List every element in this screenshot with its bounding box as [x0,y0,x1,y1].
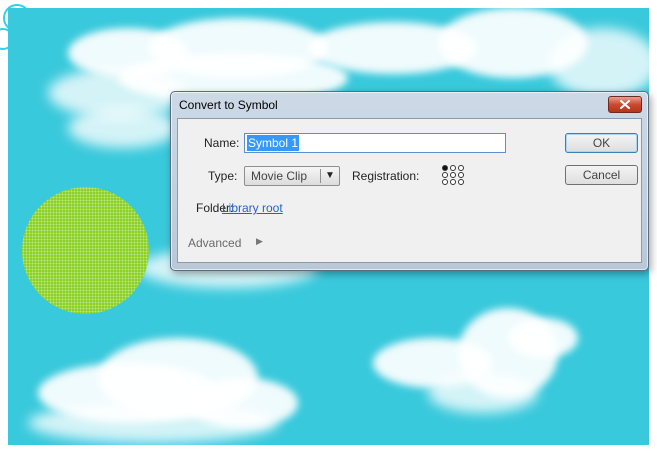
type-dropdown[interactable]: Movie Clip ▼ [244,166,340,186]
expand-arrow-icon[interactable]: ▶ [256,237,263,247]
green-circle-shape[interactable] [22,187,149,314]
folder-link[interactable]: Library root [222,201,283,215]
name-label: Name: [204,136,240,150]
dialog-title: Convert to Symbol [179,98,278,112]
registration-point-bottom-right[interactable] [458,179,464,185]
close-button[interactable] [608,96,642,113]
advanced-toggle[interactable]: Advanced [188,236,241,250]
type-label: Type: [208,169,238,183]
registration-point-bottom-center[interactable] [450,179,456,185]
registration-grid-icon[interactable] [442,165,466,187]
dropdown-arrow-icon: ▼ [325,170,335,181]
registration-point-top-center[interactable] [450,165,456,171]
registration-point-top-left[interactable] [442,165,448,171]
ok-button[interactable]: OK [565,133,638,153]
close-x-icon [620,100,630,109]
name-input[interactable]: Symbol 1 [244,133,506,153]
dialog-titlebar[interactable]: Convert to Symbol [171,92,648,117]
registration-point-middle-right[interactable] [458,172,464,178]
cancel-button[interactable]: Cancel [565,165,638,185]
registration-point-center[interactable] [450,172,456,178]
registration-point-middle-left[interactable] [442,172,448,178]
name-input-value: Symbol 1 [247,135,300,151]
registration-point-top-right[interactable] [458,165,464,171]
registration-point-bottom-left[interactable] [442,179,448,185]
dialog-body: Name: Symbol 1 Type: Movie Clip ▼ Regist… [177,118,642,263]
type-dropdown-value: Movie Clip [251,169,308,183]
dropdown-separator [320,169,321,183]
convert-to-symbol-dialog: Convert to Symbol Name: Symbol 1 Type: M… [170,91,649,271]
registration-label: Registration: [352,169,420,183]
